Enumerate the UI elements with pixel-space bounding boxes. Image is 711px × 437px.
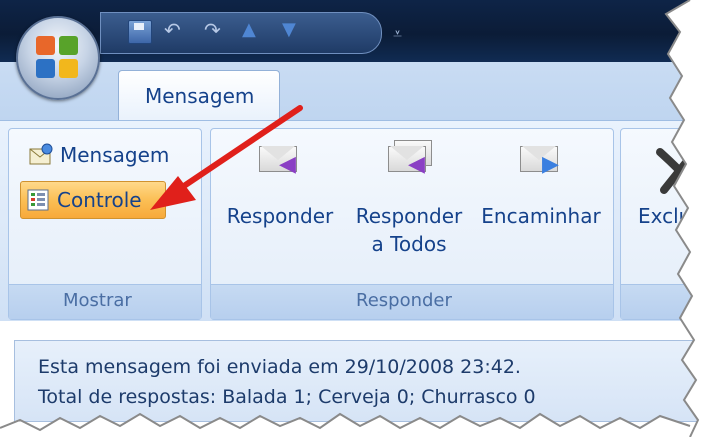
forward-icon: ▶ xyxy=(520,140,562,176)
forward-button[interactable]: ▶ Encaminhar xyxy=(476,140,606,230)
outlook-window: ↶ ↷ ▲ ▼ ⩡ Mensagem Mostrar Mensagem Cont… xyxy=(0,0,711,437)
tracking-button-label: Controle xyxy=(57,188,142,212)
office-button[interactable] xyxy=(16,16,100,100)
tracking-button[interactable]: Controle xyxy=(20,181,166,219)
tab-row xyxy=(0,62,711,120)
customize-icon[interactable]: ⩡ xyxy=(393,22,402,46)
reply-all-button-label-line1: Responder xyxy=(355,204,463,228)
reply-icon: ◀ xyxy=(259,140,301,176)
message-button[interactable]: Mensagem xyxy=(24,140,173,170)
info-line-sent: Esta mensagem foi enviada em 29/10/2008 … xyxy=(38,356,521,378)
message-info-bar xyxy=(14,340,711,422)
forward-button-label: Encaminhar xyxy=(481,204,601,228)
reply-all-button[interactable]: ◀ Responder a Todos xyxy=(346,140,472,258)
reply-button-label: Responder xyxy=(226,204,334,228)
save-icon[interactable] xyxy=(128,20,152,44)
group-delete-footer xyxy=(621,284,711,319)
reply-button[interactable]: ◀ Responder xyxy=(218,140,342,230)
delete-button[interactable]: Exclui xyxy=(630,140,711,230)
next-item-icon[interactable]: ▼ xyxy=(282,18,296,42)
reply-all-button-label-line2: a Todos xyxy=(371,232,447,256)
group-mostrar-label: Mostrar xyxy=(63,290,132,311)
message-button-label: Mensagem xyxy=(60,143,170,167)
office-logo-icon xyxy=(36,36,80,80)
info-line-responses: Total de respostas: Balada 1; Cerveja 0;… xyxy=(38,386,536,408)
previous-item-icon[interactable]: ▲ xyxy=(242,18,256,42)
tab-mensagem-label: Mensagem xyxy=(145,84,255,108)
group-responder-label: Responder xyxy=(356,290,452,311)
undo-icon[interactable]: ↶ xyxy=(164,18,181,42)
tracking-icon xyxy=(27,189,49,211)
message-icon xyxy=(29,143,53,165)
delete-button-label: Exclui xyxy=(638,204,697,228)
delete-icon xyxy=(656,146,702,194)
redo-icon[interactable]: ↷ xyxy=(204,18,221,42)
reply-all-icon: ◀ xyxy=(388,140,432,176)
